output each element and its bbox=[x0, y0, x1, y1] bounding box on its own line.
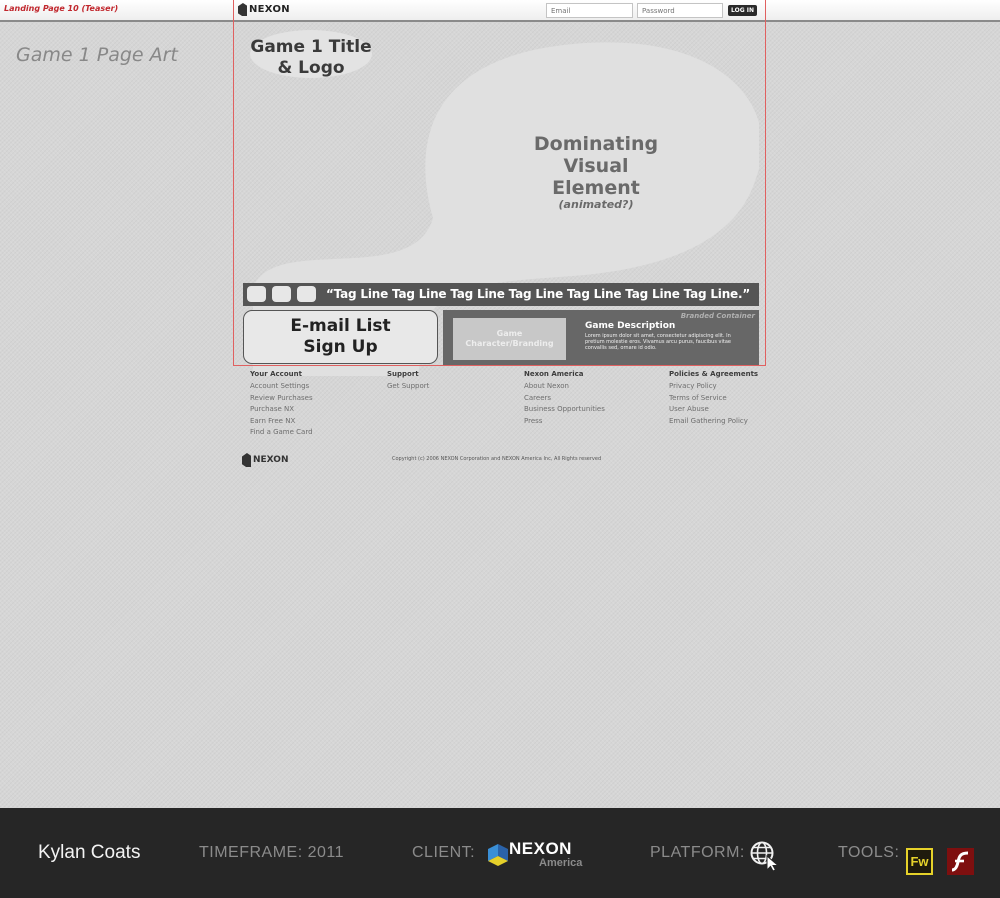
footer-column-support: Support Get Support bbox=[387, 370, 429, 393]
branded-container-label: Branded Container bbox=[680, 312, 755, 320]
footer-link-careers[interactable]: Careers bbox=[524, 393, 605, 405]
flash-icon bbox=[947, 848, 974, 875]
game-character-branding[interactable]: Game Character/Branding bbox=[453, 318, 566, 360]
character-line-1: Game bbox=[496, 329, 523, 338]
client-name: NEXON bbox=[509, 839, 572, 858]
footer-column-nexon-america: Nexon America About Nexon Careers Busine… bbox=[524, 370, 605, 427]
login-button[interactable]: LOG IN bbox=[728, 5, 757, 16]
visual-line-3: Element bbox=[552, 177, 640, 199]
character-line-2: Character/Branding bbox=[465, 339, 554, 348]
footer-link-earn-free-nx[interactable]: Earn Free NX bbox=[250, 416, 313, 428]
footer-link-user-abuse[interactable]: User Abuse bbox=[669, 404, 758, 416]
footer-link-get-support[interactable]: Get Support bbox=[387, 381, 429, 393]
tools-label: TOOLS: bbox=[838, 844, 900, 861]
branded-container: Branded Container Game Character/Brandin… bbox=[443, 310, 759, 366]
footer-link-review-purchases[interactable]: Review Purchases bbox=[250, 393, 313, 405]
platform-label: PLATFORM: bbox=[650, 844, 745, 861]
email-signup-button[interactable]: E-mail List Sign Up bbox=[243, 310, 438, 364]
signup-line-2: Sign Up bbox=[303, 337, 378, 357]
dominating-visual-label: Dominating Visual Element bbox=[520, 133, 672, 199]
social-button-2[interactable] bbox=[272, 286, 291, 302]
author-name: Kylan Coats bbox=[38, 842, 141, 863]
nexon-cube-icon bbox=[242, 453, 251, 467]
footer-link-about-nexon[interactable]: About Nexon bbox=[524, 381, 605, 393]
footer-link-email-gathering-policy[interactable]: Email Gathering Policy bbox=[669, 416, 758, 428]
nexon-wordmark: NEXON bbox=[249, 4, 290, 15]
footer-nexon-logo[interactable]: NEXON bbox=[242, 453, 288, 467]
page-art-label: Game 1 Page Art bbox=[16, 44, 178, 66]
tagline-text: “Tag Line Tag Line Tag Line Tag Line Tag… bbox=[326, 287, 751, 301]
fireworks-icon: Fw bbox=[906, 848, 933, 875]
nexon-logo[interactable]: NEXON bbox=[238, 3, 290, 16]
footer-link-account-settings[interactable]: Account Settings bbox=[250, 381, 313, 393]
top-bar: Landing Page 10 (Teaser) NEXON LOG IN bbox=[0, 0, 1000, 22]
footer-heading: Support bbox=[387, 370, 419, 378]
game-description-text: Lorem ipsum dolor sit amet, consectetur … bbox=[585, 333, 731, 351]
nexon-cube-icon bbox=[488, 844, 508, 866]
footer-link-press[interactable]: Press bbox=[524, 416, 605, 428]
page-label: Landing Page 10 (Teaser) bbox=[4, 4, 119, 13]
social-button-3[interactable] bbox=[297, 286, 316, 302]
footer-link-find-game-card[interactable]: Find a Game Card bbox=[250, 427, 313, 439]
footer-nexon-wordmark: NEXON bbox=[253, 455, 289, 465]
footer-heading: Your Account bbox=[250, 370, 302, 378]
footer-heading: Nexon America bbox=[524, 370, 584, 378]
nexon-cube-icon bbox=[238, 3, 247, 16]
password-input[interactable] bbox=[637, 3, 723, 18]
email-input[interactable] bbox=[546, 3, 633, 18]
timeframe-label: TIMEFRAME: 2011 bbox=[199, 844, 345, 861]
game-description-title: Game Description bbox=[585, 321, 676, 331]
footer-link-business-opportunities[interactable]: Business Opportunities bbox=[524, 404, 605, 416]
logo-line-2: & Logo bbox=[277, 58, 345, 78]
signup-line-1: E-mail List bbox=[290, 316, 391, 336]
client-subname: America bbox=[539, 857, 583, 869]
footer-heading: Policies & Agreements bbox=[669, 370, 759, 378]
visual-line-1: Dominating bbox=[533, 133, 659, 155]
footer-link-terms-of-service[interactable]: Terms of Service bbox=[669, 393, 758, 405]
globe-cursor-icon bbox=[750, 841, 780, 871]
visual-line-2: Visual bbox=[563, 155, 629, 177]
social-button-1[interactable] bbox=[247, 286, 266, 302]
game-title-logo[interactable]: Game 1 Title & Logo bbox=[250, 37, 372, 79]
logo-line-1: Game 1 Title bbox=[250, 37, 372, 57]
tagline-bar: “Tag Line Tag Line Tag Line Tag Line Tag… bbox=[243, 283, 759, 306]
footer-column-policies: Policies & Agreements Privacy Policy Ter… bbox=[669, 370, 758, 427]
footer-column-account: Your Account Account Settings Review Pur… bbox=[250, 370, 313, 439]
footer-link-privacy-policy[interactable]: Privacy Policy bbox=[669, 381, 758, 393]
portfolio-info-bar: Kylan Coats TIMEFRAME: 2011 CLIENT: NEXO… bbox=[0, 808, 1000, 898]
visual-note: (animated?) bbox=[558, 198, 634, 211]
client-label: CLIENT: bbox=[412, 844, 476, 861]
footer-link-purchase-nx[interactable]: Purchase NX bbox=[250, 404, 313, 416]
client-nexon-america-logo: NEXON America bbox=[488, 839, 588, 871]
copyright-text: Copyright (c) 2006 NEXON Corporation and… bbox=[392, 456, 602, 462]
